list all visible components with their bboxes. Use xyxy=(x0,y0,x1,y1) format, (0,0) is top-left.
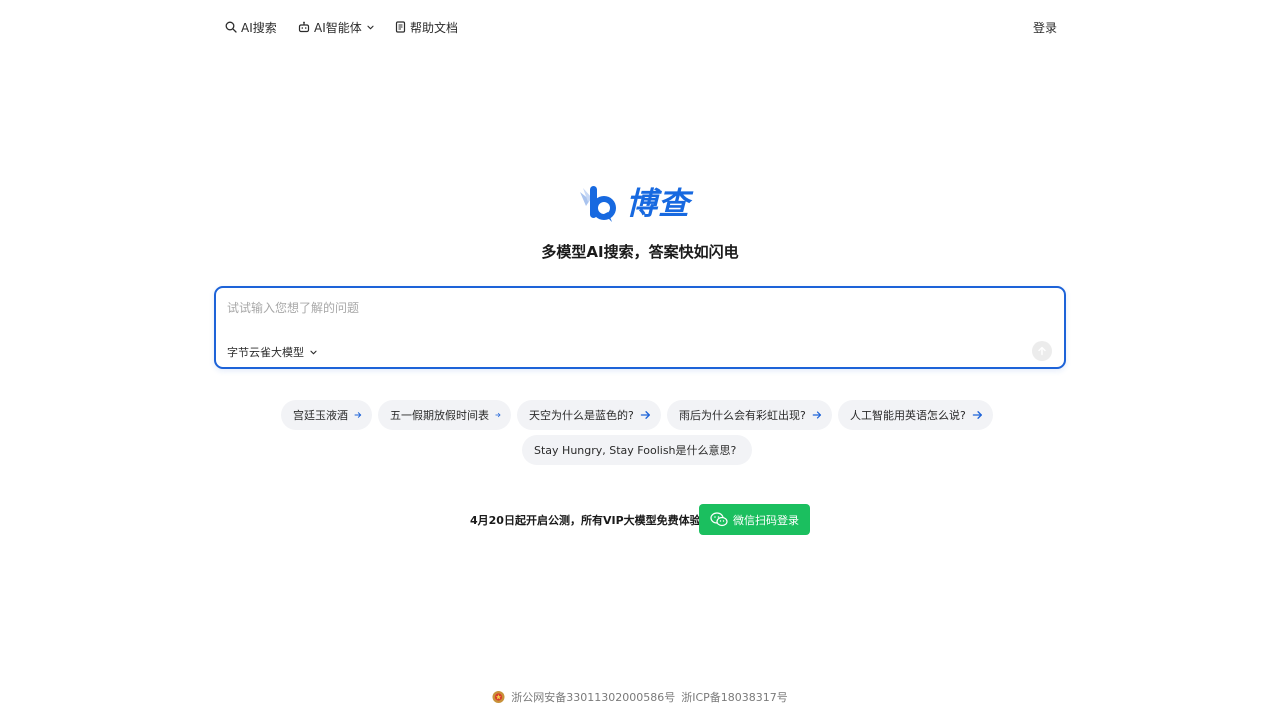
nav-ai-agent[interactable]: AI智能体 xyxy=(298,18,375,36)
suggestion-chip-label: 人工智能用英语怎么说? xyxy=(850,409,966,422)
chevron-down-icon xyxy=(367,25,374,29)
search-box: 字节云雀大模型 xyxy=(214,286,1066,369)
suggestion-chip-label: 宫廷玉液酒 xyxy=(293,409,348,422)
nav-help-docs[interactable]: 帮助文档 xyxy=(395,18,458,36)
suggestion-chip-label: 雨后为什么会有彩虹出现? xyxy=(679,409,806,422)
suggestion-chip-label: 天空为什么是蓝色的? xyxy=(529,409,634,422)
nav-ai-search-label: AI搜索 xyxy=(241,20,277,35)
police-badge-icon xyxy=(492,691,505,703)
suggestion-chip[interactable]: 五一假期放假时间表 xyxy=(378,400,511,430)
document-icon xyxy=(395,21,406,33)
model-selector-label: 字节云雀大模型 xyxy=(227,346,304,359)
nav-ai-agent-label: AI智能体 xyxy=(314,20,362,35)
arrow-up-icon xyxy=(1038,346,1046,356)
suggestion-chip-label: Stay Hungry, Stay Foolish是什么意思? xyxy=(534,444,737,457)
suggestion-chip[interactable]: 雨后为什么会有彩虹出现? xyxy=(667,400,832,430)
suggestion-chip[interactable]: 天空为什么是蓝色的? xyxy=(517,400,661,430)
suggestion-chip[interactable]: 人工智能用英语怎么说? xyxy=(838,400,993,430)
robot-icon xyxy=(298,21,310,33)
arrow-right-icon xyxy=(495,412,501,418)
arrow-right-icon xyxy=(354,412,362,418)
nav-help-docs-label: 帮助文档 xyxy=(410,20,459,35)
tagline: 多模型AI搜索，答案快如闪电 xyxy=(541,243,739,261)
nav-ai-search[interactable]: AI搜索 xyxy=(225,18,277,36)
wechat-icon xyxy=(710,512,728,527)
top-navigation: AI搜索 AI智能体 帮助文档 登录 xyxy=(0,0,1280,54)
chevron-down-icon xyxy=(310,350,317,354)
promo-text: 4月20日起开启公测，所有VIP大模型免费体验 xyxy=(470,514,701,527)
search-icon xyxy=(225,21,237,33)
arrow-right-icon xyxy=(640,411,650,419)
send-button[interactable] xyxy=(1032,341,1052,361)
wechat-login-label: 微信扫码登录 xyxy=(733,513,799,527)
model-selector[interactable]: 字节云雀大模型 xyxy=(227,344,318,360)
search-input[interactable] xyxy=(227,298,1027,318)
icp-record-link[interactable]: 浙ICP备18038317号 xyxy=(681,689,788,705)
police-record-link[interactable]: 浙公网安备33011302000586号 xyxy=(511,689,675,705)
brand-logo: 博查 xyxy=(578,182,702,226)
arrow-right-icon xyxy=(812,411,821,419)
suggestion-chip-label: 五一假期放假时间表 xyxy=(390,409,489,422)
login-link[interactable]: 登录 xyxy=(1033,18,1057,36)
logo-mark-icon xyxy=(580,186,616,222)
footer: 浙公网安备33011302000586号 浙ICP备18038317号 xyxy=(0,689,1280,705)
wechat-login-button[interactable]: 微信扫码登录 xyxy=(699,504,810,535)
suggestion-chip[interactable]: 宫廷玉液酒 xyxy=(281,400,372,430)
suggestion-chip[interactable]: Stay Hungry, Stay Foolish是什么意思? xyxy=(522,435,752,465)
brand-name: 博查 xyxy=(626,186,690,222)
arrow-right-icon xyxy=(972,411,982,419)
